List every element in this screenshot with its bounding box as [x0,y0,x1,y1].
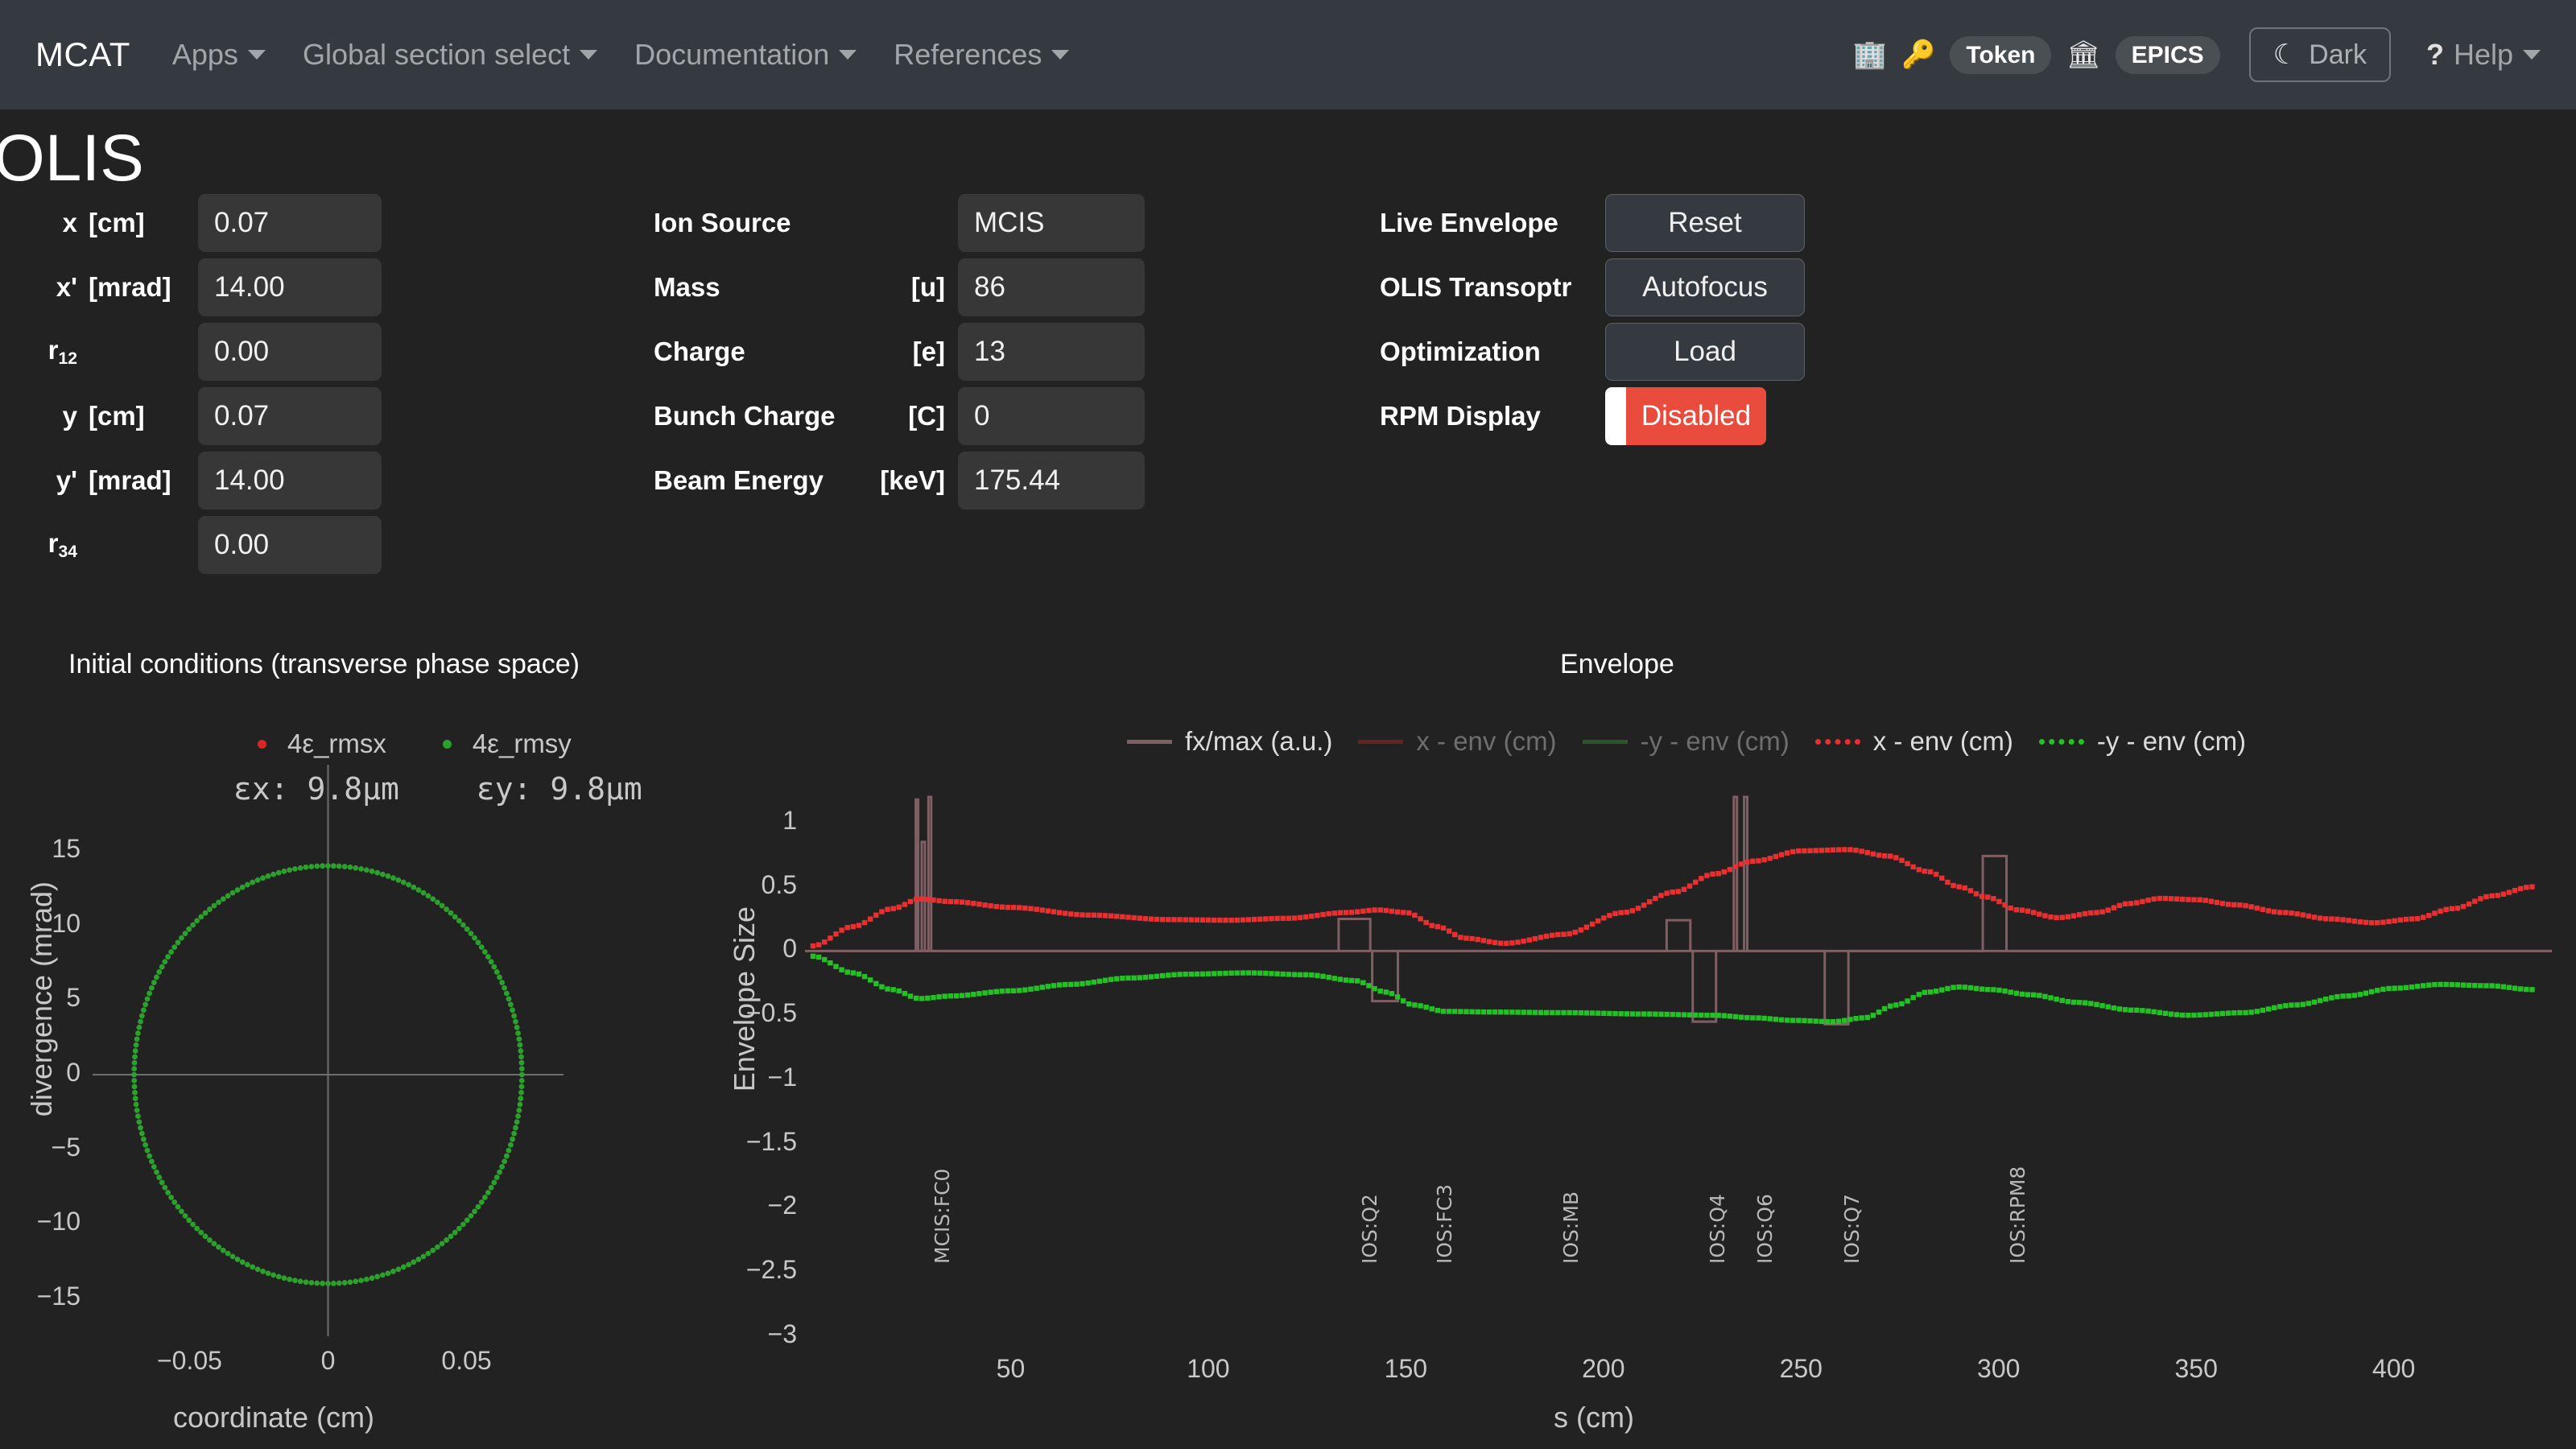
field-label-charge: Charge [654,336,745,366]
field-input-r34[interactable]: 0.00 [198,516,382,574]
initial-conditions-form: x [cm] 0.07 x' [mrad] 14.00 r12 0.00 y [… [0,192,382,578]
field-label-text: y [62,401,77,431]
field-label-yprime: y' [0,465,77,496]
field-row-charge: Charge [e] 13 [654,320,1145,383]
nav-item-label: Documentation [634,38,830,71]
nav-item-references[interactable]: References [894,38,1070,72]
field-input-ion-source[interactable]: MCIS [958,194,1145,252]
field-label-beam-energy: Beam Energy [654,465,824,495]
toggle-knob [1605,387,1626,445]
field-input-xprime[interactable]: 14.00 [198,258,382,316]
nav-item-label: References [894,38,1042,71]
field-row-r12: r12 0.00 [0,320,382,383]
help-label: Help [2453,38,2513,71]
field-input-y[interactable]: 0.07 [198,387,382,445]
field-unit-yprime: [mrad] [89,465,171,495]
page-title: OLIS [0,122,144,195]
field-input-r12[interactable]: 0.00 [198,323,382,381]
field-label-xprime: x' [0,272,77,303]
field-row-bunch-charge: Bunch Charge [C] 0 [654,385,1145,448]
field-label-text: x' [56,272,77,302]
chevron-down-icon [580,50,598,60]
chevron-down-icon [2523,50,2541,60]
controls-panel: Live Envelope Reset OLIS Transoptr Autof… [1380,192,1805,449]
field-label-ion-source: Ion Source [654,208,791,237]
field-unit-bunch-charge: [C] [908,401,945,431]
control-label-optimization: Optimization [1380,336,1541,366]
building-icon[interactable]: 🏢 [1853,41,1887,68]
field-input-bunch-charge[interactable]: 0 [958,387,1145,445]
field-label-subscript: 12 [58,349,77,368]
question-mark-icon: ? [2425,38,2444,71]
field-label-mass: Mass [654,272,720,302]
load-button[interactable]: Load [1605,323,1805,381]
brand-logo[interactable]: MCAT [35,35,130,74]
field-unit-xprime: [mrad] [89,272,171,302]
navbar: MCAT Apps Global section select Document… [0,0,2576,109]
chevron-down-icon [1051,50,1070,60]
field-unit-beam-energy: [keV] [880,465,945,495]
help-menu[interactable]: ? Help [2426,38,2541,72]
field-label-y: y [0,401,77,431]
reset-button[interactable]: Reset [1605,194,1805,252]
field-row-y: y [cm] 0.07 [0,385,382,448]
moon-icon: ☾ [2273,39,2298,70]
epics-badge[interactable]: EPICS [2115,35,2220,74]
field-label-bunch-charge: Bunch Charge [654,401,836,431]
toggle-state-label: Disabled [1626,387,1766,445]
field-label-r12: r12 [0,335,77,369]
control-row-olis-transoptr: OLIS Transoptr Autofocus [1380,256,1805,319]
field-label-subscript: 34 [58,542,77,561]
nav-item-apps[interactable]: Apps [172,38,266,72]
field-label-text: r [47,528,59,559]
field-row-ion-source: Ion Source MCIS [654,192,1145,254]
field-input-yprime[interactable]: 14.00 [198,452,382,510]
field-row-r34: r34 0.00 [0,514,382,576]
key-icon[interactable]: 🔑 [1901,41,1935,68]
nav-item-global-section-select[interactable]: Global section select [302,38,598,72]
field-unit-charge: [e] [912,336,945,366]
control-label-live-envelope: Live Envelope [1380,208,1558,237]
control-row-optimization: Optimization Load [1380,320,1805,383]
control-row-live-envelope: Live Envelope Reset [1380,192,1805,254]
field-label-r34: r34 [0,528,77,562]
field-row-mass: Mass [u] 86 [654,256,1145,319]
field-unit-y: [cm] [89,401,145,431]
field-input-x[interactable]: 0.07 [198,194,382,252]
field-input-mass[interactable]: 86 [958,258,1145,316]
chevron-down-icon [839,50,857,60]
token-badge[interactable]: Token [1950,35,2052,74]
field-row-yprime: y' [mrad] 14.00 [0,449,382,512]
nav-item-label: Apps [171,38,238,71]
envelope-plot: fx/max (a.u.) x - env (cm) -y - env (cm) x … [708,636,2576,1449]
envelope-canvas [805,795,2552,1026]
field-unit-mass: [u] [910,272,945,302]
navbar-right-group: 🏢 🔑 Token 🏛 EPICS ☾ Dark ? Help [1853,27,2541,82]
control-label-olis-transoptr: OLIS Transoptr [1380,272,1572,302]
field-label-x: x [0,208,77,238]
field-row-beam-energy: Beam Energy [keV] 175.44 [654,449,1145,512]
phase-space-plot: 4ε_rmsx 4ε_rmsy εx: 9.8μm εy: 9.8μm dive… [0,636,692,1449]
field-row-x: x [cm] 0.07 [0,192,382,254]
nav-item-label: Global section select [302,38,571,71]
chevron-down-icon [247,50,266,60]
beam-parameters-form: Ion Source MCIS Mass [u] 86 Charge [e] 1… [654,192,1145,514]
phase-space-canvas [93,765,564,1336]
epics-icon[interactable]: 🏛 [2066,41,2100,68]
control-label-rpm-display: RPM Display [1380,401,1541,431]
field-label-text: y' [56,465,77,495]
rpm-display-toggle[interactable]: Disabled [1605,387,1766,445]
control-row-rpm-display: RPM Display Disabled [1380,385,1805,448]
nav-item-documentation[interactable]: Documentation [634,38,857,72]
autofocus-button[interactable]: Autofocus [1605,258,1805,316]
dark-mode-toggle[interactable]: ☾ Dark [2248,27,2391,82]
field-label-text: r [47,335,59,365]
field-unit-x: [cm] [89,208,145,237]
field-input-charge[interactable]: 13 [958,323,1145,381]
field-label-text: x [62,208,77,237]
field-input-beam-energy[interactable]: 175.44 [958,452,1145,510]
field-row-xprime: x' [mrad] 14.00 [0,256,382,319]
dark-mode-label: Dark [2309,39,2367,70]
nav-menu: Apps Global section select Documentation… [172,38,1070,72]
